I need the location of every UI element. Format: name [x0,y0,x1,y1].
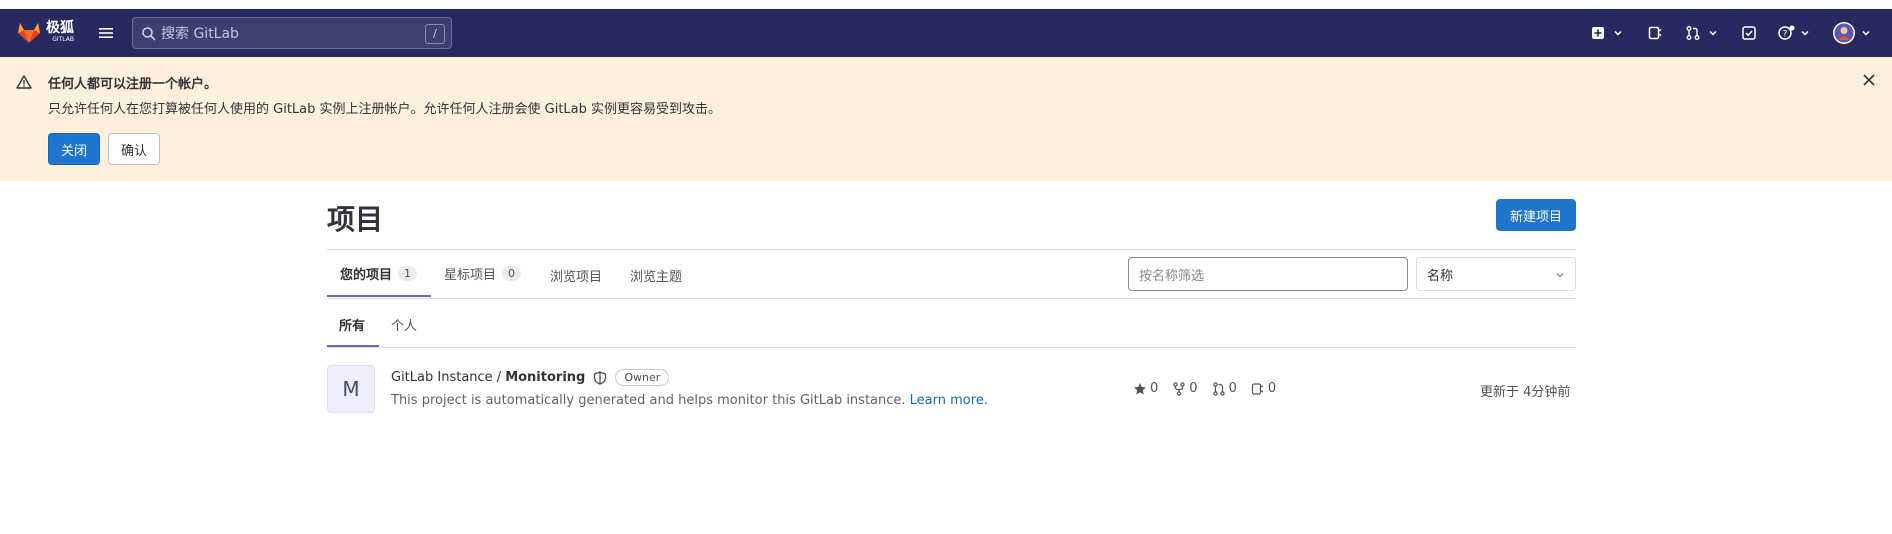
tab-label: 星标项目 [444,268,497,283]
tab-starred-projects[interactable]: 星标项目 0 [444,264,522,283]
subtabs-divider [327,347,1576,348]
merge-request-icon [1212,381,1225,396]
help-icon: ? [1778,25,1795,40]
issues-count[interactable]: 0 [1251,381,1276,396]
search-shortcut-hint: / [425,24,445,44]
tab-count-badge: 1 [398,266,418,281]
plus-square-icon [1592,27,1604,39]
issues-button[interactable] [1647,25,1663,41]
merge-requests-button[interactable] [1685,25,1719,41]
alert-title: 任何人都可以注册一个帐户。 [48,77,218,92]
owner-badge: Owner [615,369,670,386]
merge-request-icon [1686,26,1700,40]
todo-checkbox-icon [1742,26,1756,40]
close-icon [1863,74,1875,86]
search-placeholder: 搜索 GitLab [161,26,239,42]
disable-signup-button[interactable]: 关闭 [48,133,100,165]
new-project-button[interactable]: 新建项目 [1496,199,1576,231]
issues-icon [1648,26,1662,40]
filter-by-name-input[interactable]: 按名称筛选 [1128,257,1408,291]
chevron-down-icon [1862,30,1870,36]
subtab-label: 个人 [391,319,418,334]
signup-warning-alert: 任何人都可以注册一个帐户。 只允许任何人在您打算被任何人使用的 GitLab 实… [0,57,1892,181]
star-icon [1134,382,1146,394]
project-stats: 0 0 0 0 [1133,381,1290,396]
alert-message: 只允许任何人在您打算被任何人使用的 GitLab 实例上注册帐户。允许任何人注册… [48,102,722,117]
logo-subtext: GITLAB [52,36,74,43]
chevron-down-icon [1614,30,1622,36]
subtab-personal[interactable]: 个人 [391,315,417,334]
tabs-divider [327,298,1576,299]
tab-explore-topics[interactable]: 浏览主题 [630,266,682,285]
tab-label: 浏览项目 [550,270,603,285]
tab-label: 您的项目 [340,268,393,283]
alert-close-button[interactable] [1862,73,1876,91]
tab-your-projects[interactable]: 您的项目 1 [340,264,418,283]
active-tab-indicator [327,295,431,297]
top-navbar: 极狐 GITLAB 搜索 GitLab / ? [0,9,1892,57]
acknowledge-button[interactable]: 确认 [108,133,160,165]
fox-logo-icon [18,23,40,43]
warning-icon [16,75,32,89]
user-avatar-icon [1833,22,1855,44]
tab-count-badge: 0 [502,266,522,281]
chevron-down-icon [1709,30,1717,36]
learn-more-link[interactable]: Learn more. [910,393,988,408]
user-menu-button[interactable] [1832,21,1872,45]
todos-button[interactable] [1741,25,1757,41]
issues-icon [1251,382,1264,395]
shield-icon [594,370,607,385]
stars-count[interactable]: 0 [1133,381,1158,396]
project-namespace: GitLab Instance / [391,370,502,385]
create-new-button[interactable] [1590,25,1624,41]
search-icon [142,27,156,41]
search-input[interactable]: 搜索 GitLab / [132,17,452,49]
description-text: This project is automatically generated … [391,393,906,408]
gitlab-logo[interactable]: 极狐 GITLAB [16,19,74,45]
menu-button[interactable] [98,25,114,45]
page-title: 项目 [327,203,384,236]
logo-text: 极狐 [46,20,74,36]
sort-value: 名称 [1427,268,1454,284]
tab-label: 浏览主题 [630,270,683,285]
subtab-label: 所有 [339,319,366,334]
sort-dropdown[interactable]: 名称 [1416,257,1576,291]
project-avatar[interactable]: M [327,365,375,413]
updated-timestamp: 更新于 4分钟前 [1480,385,1571,400]
merge-requests-count[interactable]: 0 [1212,381,1237,396]
chevron-down-icon [1556,273,1564,278]
header-divider [327,249,1576,250]
project-description: This project is automatically generated … [391,393,988,408]
chevron-down-icon [1801,30,1809,36]
hamburger-icon [99,28,113,38]
fork-icon [1173,381,1185,396]
tab-explore-projects[interactable]: 浏览项目 [550,266,602,285]
help-button[interactable]: ? [1777,25,1811,41]
svg-text:?: ? [1783,30,1788,40]
project-title[interactable]: GitLab Instance / Monitoring Owner [391,369,670,386]
forks-count[interactable]: 0 [1172,381,1198,396]
subtab-all[interactable]: 所有 [339,315,365,334]
project-name: Monitoring [505,370,586,385]
